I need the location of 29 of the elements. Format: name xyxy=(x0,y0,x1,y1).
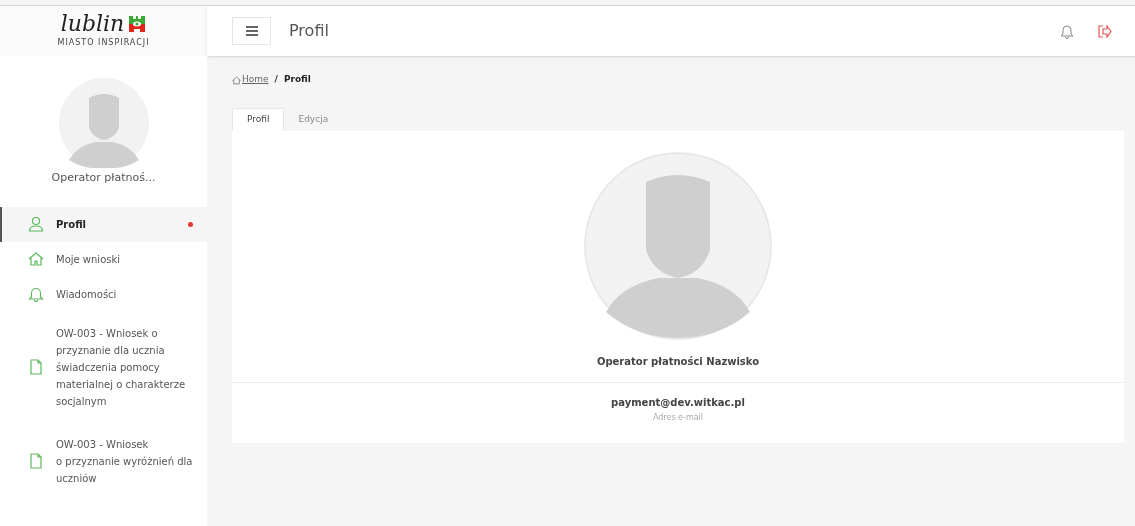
home-icon xyxy=(28,251,44,267)
logo-tagline: MIASTO INSPIRACJI xyxy=(57,37,150,49)
menu-icon xyxy=(245,26,258,36)
email-label: Adres e-mail xyxy=(652,412,704,424)
profile-name: Operator płatności Nazwisko xyxy=(596,355,760,369)
tab[interactable]: Profil xyxy=(232,108,285,131)
nav-item[interactable]: Moje wnioski xyxy=(0,241,207,277)
menu-button[interactable] xyxy=(232,17,271,45)
file-icon xyxy=(28,453,44,469)
bell-icon xyxy=(28,286,44,302)
nav-item[interactable]: OW-003 - Wniosek o przyznanie dla ucznia świadczenia pomocy materialnej o charakterze socjalnym xyxy=(0,316,207,418)
nav-item[interactable]: OW-003 - Wniosek o przyznanie wyróżnień dla uczniów xyxy=(0,427,207,495)
file-icon xyxy=(28,359,44,375)
user-name: Operator płatnoś... xyxy=(51,170,156,186)
nav-item[interactable]: Wiadomości xyxy=(0,276,207,312)
logout-icon xyxy=(1098,24,1112,38)
notifications-button[interactable] xyxy=(1060,23,1074,39)
castle-icon xyxy=(128,15,147,33)
home-icon xyxy=(232,75,241,85)
user-icon xyxy=(28,216,44,232)
logo: lublin MIASTO INSPIRACJI xyxy=(0,6,207,56)
bell-icon xyxy=(1060,23,1074,39)
logout-button[interactable] xyxy=(1098,24,1112,38)
breadcrumb-current: Profil xyxy=(283,73,311,87)
nav-item[interactable]: Profil xyxy=(0,206,207,242)
email-value: payment@dev.witkac.pl xyxy=(611,396,745,410)
breadcrumb-separator: / xyxy=(274,73,278,87)
breadcrumb-link[interactable]: Home xyxy=(232,73,269,87)
page-title: Profil xyxy=(289,20,329,42)
